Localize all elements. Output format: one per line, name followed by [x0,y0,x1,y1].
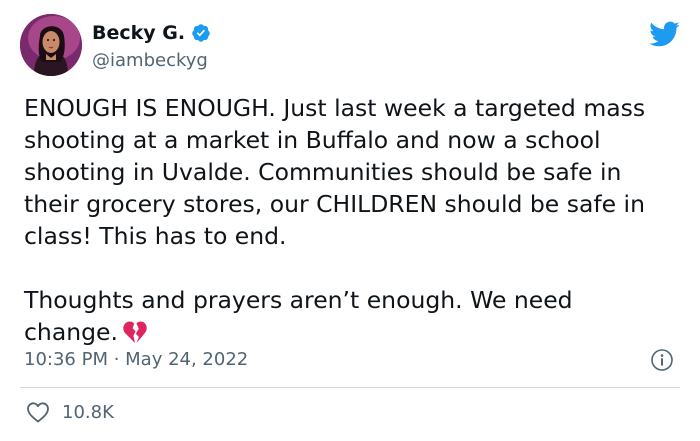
avatar[interactable] [20,14,82,76]
tweet-timestamp[interactable]: 10:36 PM · May 24, 2022 [24,349,248,370]
tweet-body: ENOUGH IS ENOUGH. Just last week a targe… [24,92,674,348]
twitter-bird-icon[interactable] [648,20,680,48]
author-display-name[interactable]: Becky G. [92,22,185,44]
like-button[interactable]: 10.8K [26,401,114,423]
tweet-paragraph-text: Thoughts and prayers aren’t enough. We n… [24,286,573,346]
author-handle[interactable]: @iambeckyg [92,50,208,71]
like-count: 10.8K [62,401,114,423]
author-name-row[interactable]: Becky G. [92,22,211,44]
tweet-paragraph: Thoughts and prayers aren’t enough. We n… [24,284,674,348]
tweet-paragraph: ENOUGH IS ENOUGH. Just last week a targe… [24,94,646,250]
broken-heart-icon [122,320,148,344]
divider [20,387,680,388]
verified-badge-icon [191,23,211,43]
info-icon[interactable] [650,348,674,372]
heart-outline-icon[interactable] [26,401,50,423]
